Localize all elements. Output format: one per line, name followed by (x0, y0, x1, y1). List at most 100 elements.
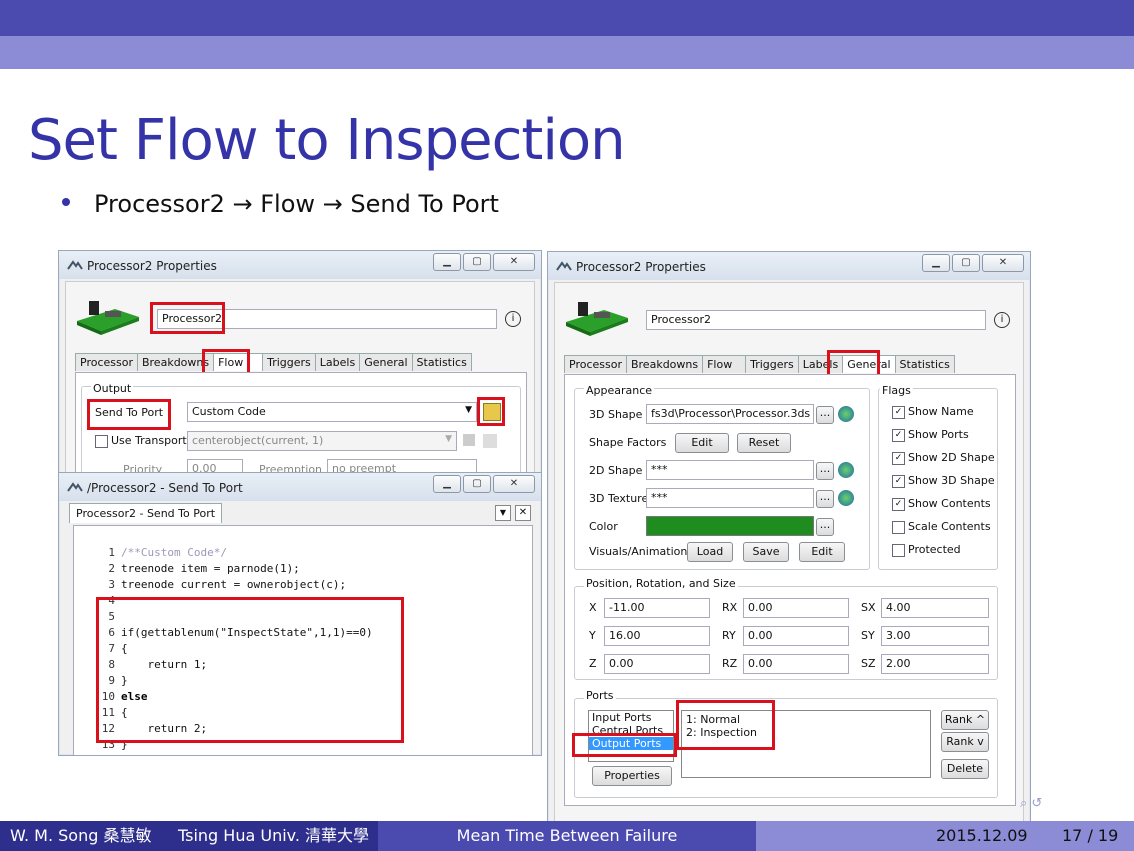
y-field[interactable]: 16.00 (604, 626, 710, 646)
code-line: 2 treenode item = parnode(1); (108, 562, 300, 575)
flag-show-2d-shape[interactable]: ✓ Show 2D Shape (892, 451, 995, 465)
left-window-titlebar: Processor2 Properties ▁ ▢ ✕ (59, 251, 541, 279)
footer-date-page: 2015.12.09 17 / 19 (756, 821, 1134, 851)
use-transport-checkbox[interactable]: Use Transport (95, 434, 187, 448)
shape2d-label: 2D Shape (589, 464, 643, 477)
minimize-button[interactable]: ▁ (922, 254, 950, 272)
tab-breakdowns[interactable]: Breakdowns (625, 355, 704, 373)
right-properties-window: Processor2 Properties ▁ ▢ ✕ Processor2 i… (547, 251, 1031, 823)
maximize-button[interactable]: ▢ (952, 254, 980, 272)
bullet-item: Processor2 → Flow → Send To Port (62, 190, 499, 218)
shape-factors-reset-button[interactable]: Reset (737, 433, 791, 453)
maximize-button[interactable]: ▢ (463, 475, 491, 493)
footer-bar: W. M. Song 桑慧敏 Tsing Hua Univ. 清華大學 Mean… (0, 821, 1134, 851)
sy-label: SY (861, 629, 875, 642)
close-button[interactable]: ✕ (493, 253, 535, 271)
right-tab-strip: Processor Breakdowns Flow Triggers Label… (564, 355, 955, 373)
dropdown-icon[interactable]: ▼ (495, 505, 511, 521)
port-type-input[interactable]: Input Ports (589, 711, 673, 724)
close-button[interactable]: ✕ (493, 475, 535, 493)
sx-label: SX (861, 601, 876, 614)
rank-down-button[interactable]: Rank v (941, 732, 989, 752)
color-swatch[interactable] (646, 516, 814, 536)
ports-label: Ports (584, 689, 616, 702)
right-window-title: Processor2 Properties (576, 260, 706, 274)
checkbox-icon (892, 543, 905, 557)
globe-icon[interactable] (838, 406, 854, 422)
maximize-button[interactable]: ▢ (463, 253, 491, 271)
tab-statistics[interactable]: Statistics (894, 355, 955, 373)
flag-scale-contents[interactable]: Scale Contents (892, 520, 991, 534)
minimize-button[interactable]: ▁ (433, 475, 461, 493)
tab-triggers[interactable]: Triggers (745, 355, 799, 373)
transport-edit-icon (463, 434, 475, 446)
texture3d-label: 3D Texture (589, 492, 649, 505)
shape3d-field[interactable]: fs3d\Processor\Processor.3ds (646, 404, 814, 424)
visuals-save-button[interactable]: Save (743, 542, 789, 562)
nav-symbols[interactable]: ⌕ ↺ (1020, 796, 1042, 811)
visuals-load-button[interactable]: Load (687, 542, 733, 562)
close-button[interactable]: ✕ (982, 254, 1024, 272)
flag-show-name[interactable]: ✓ Show Name (892, 405, 974, 419)
shape3d-browse-button[interactable]: ... (816, 406, 834, 424)
color-browse-button[interactable]: ... (816, 518, 834, 536)
color-label: Color (589, 520, 618, 533)
sx-field[interactable]: 4.00 (881, 598, 989, 618)
x-field[interactable]: -11.00 (604, 598, 710, 618)
globe-icon[interactable] (838, 490, 854, 506)
tab-general[interactable]: General (359, 353, 413, 371)
z-field[interactable]: 0.00 (604, 654, 710, 674)
tab-processor[interactable]: Processor (564, 355, 627, 373)
checkbox-icon (95, 434, 108, 448)
info-icon[interactable]: i (505, 311, 521, 327)
shape2d-browse-button[interactable]: ... (816, 462, 834, 480)
y-label: Y (589, 629, 596, 642)
appearance-label: Appearance (584, 384, 655, 397)
close-tab-icon[interactable]: ✕ (515, 505, 531, 521)
tab-processor[interactable]: Processor (75, 353, 138, 371)
visuals-label: Visuals/Animations (589, 545, 694, 558)
texture3d-browse-button[interactable]: ... (816, 490, 834, 508)
info-icon[interactable]: i (994, 312, 1010, 328)
rz-field[interactable]: 0.00 (743, 654, 849, 674)
rank-up-button[interactable]: Rank ^ (941, 710, 989, 730)
globe-icon[interactable] (838, 462, 854, 478)
bullet-dot-icon (62, 198, 70, 206)
visuals-edit-button[interactable]: Edit (799, 542, 845, 562)
rz-label: RZ (722, 657, 738, 670)
flag-protected[interactable]: Protected (892, 543, 961, 557)
port-properties-button[interactable]: Properties (592, 766, 672, 786)
flag-show-3d-shape[interactable]: ✓ Show 3D Shape (892, 474, 995, 488)
delete-port-button[interactable]: Delete (941, 759, 989, 779)
shape-factors-edit-button[interactable]: Edit (675, 433, 729, 453)
texture3d-field[interactable]: *** (646, 488, 814, 508)
header-band-dark (0, 0, 1134, 36)
checkbox-icon: ✓ (892, 497, 905, 511)
checkbox-icon: ✓ (892, 428, 905, 442)
ry-field[interactable]: 0.00 (743, 626, 849, 646)
tab-statistics[interactable]: Statistics (411, 353, 472, 371)
minimize-button[interactable]: ▁ (433, 253, 461, 271)
code-line: 3 treenode current = ownerobject(c); (108, 578, 347, 591)
flag-show-contents[interactable]: ✓ Show Contents (892, 497, 991, 511)
checkbox-icon: ✓ (892, 451, 905, 465)
flag-show-ports[interactable]: ✓ Show Ports (892, 428, 969, 442)
output-label: Output (91, 382, 134, 395)
object-name-field[interactable]: Processor2 (646, 310, 986, 330)
use-transport-field[interactable]: centerobject(current, 1) ▼ (187, 431, 457, 451)
chevron-down-icon: ▼ (465, 405, 472, 415)
send-to-port-select[interactable]: Custom Code ▼ (187, 402, 477, 422)
object-name-value: Processor2 (651, 313, 711, 326)
code-tab[interactable]: Processor2 - Send To Port (69, 503, 223, 523)
rx-field[interactable]: 0.00 (743, 598, 849, 618)
tab-labels[interactable]: Labels (314, 353, 361, 371)
shape2d-field[interactable]: *** (646, 460, 814, 480)
code-line: 1/**Custom Code*/ (108, 546, 227, 559)
tab-triggers[interactable]: Triggers (262, 353, 316, 371)
bullet-text: Processor2 → Flow → Send To Port (94, 190, 499, 218)
checkbox-icon: ✓ (892, 405, 905, 419)
tab-flow[interactable]: Flow (702, 355, 747, 373)
sy-field[interactable]: 3.00 (881, 626, 989, 646)
sz-field[interactable]: 2.00 (881, 654, 989, 674)
processor-model-icon (75, 295, 141, 338)
